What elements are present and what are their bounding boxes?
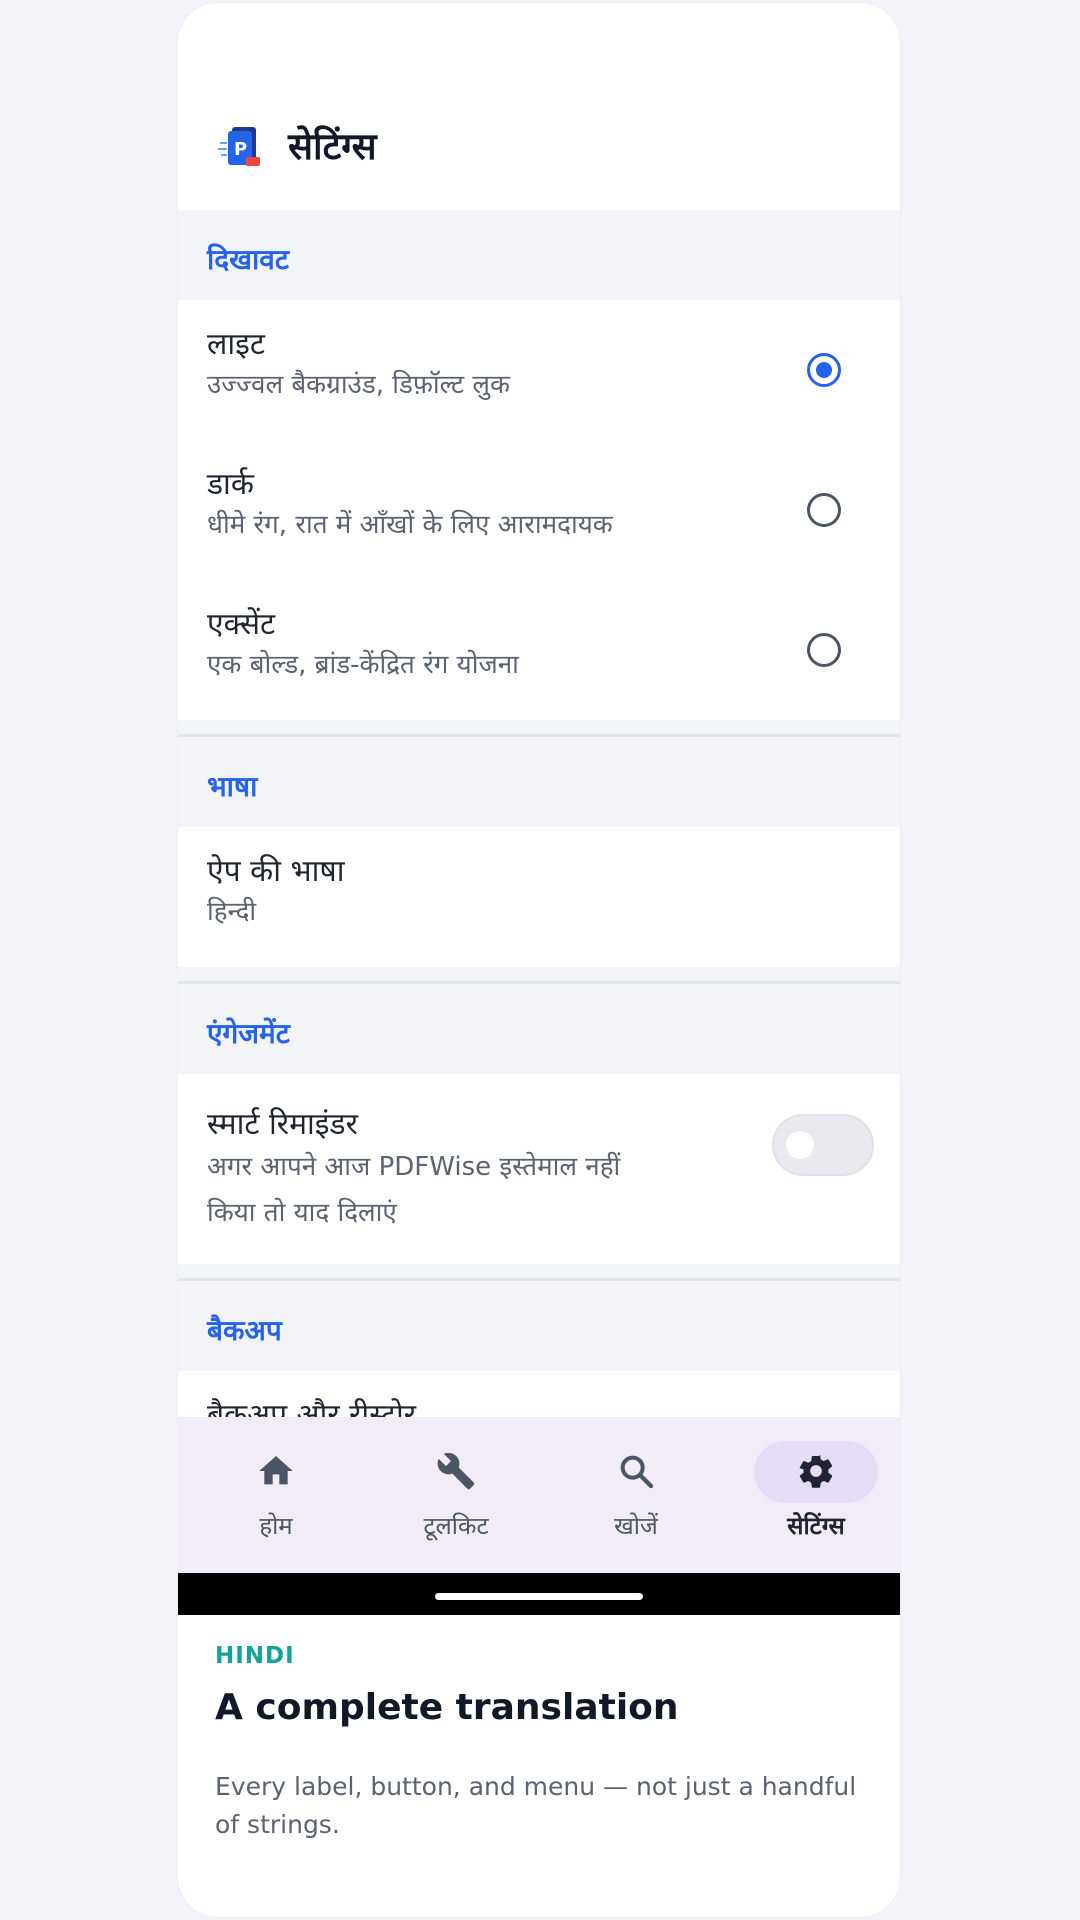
wrench-icon xyxy=(437,1452,475,1490)
language-value: हिन्दी xyxy=(207,897,257,927)
section-header-engagement: एंगेजमेंट xyxy=(178,984,900,1074)
nav-item-toolkit[interactable]: टूलकिट xyxy=(358,1417,538,1573)
nav-label: सेटिंग्स xyxy=(787,1512,845,1540)
app-header: P सेटिंग्स xyxy=(178,3,900,210)
radio-accent[interactable] xyxy=(807,633,841,667)
app-language-item[interactable]: ऐप की भाषा हिन्दी xyxy=(178,827,900,967)
promo-caption: HINDI A complete translation Every label… xyxy=(215,1643,865,1844)
theme-option-light[interactable]: लाइट उज्ज्वल बैकग्राउंड, डिफ़ॉल्ट लुक xyxy=(178,300,900,440)
svg-text:P: P xyxy=(234,139,247,160)
phone-screen: P सेटिंग्स दिखावट लाइट उज्ज्वल बैकग्राउं… xyxy=(178,3,900,1615)
caption-eyebrow: HINDI xyxy=(215,1643,295,1669)
nav-label: होम xyxy=(259,1512,293,1540)
bottom-navigation: होम टूलकिट खोजें सेटिंग्स xyxy=(178,1417,900,1573)
toggle-knob xyxy=(786,1131,814,1159)
section-title: भाषा xyxy=(207,770,258,803)
caption-body: Every label, button, and menu — not just… xyxy=(215,1772,857,1839)
nav-label: खोजें xyxy=(614,1512,658,1540)
theme-option-accent[interactable]: एक्सेंट एक बोल्ड, ब्रांड-केंद्रित रंग यो… xyxy=(178,580,900,720)
pdf-document-icon: P xyxy=(218,127,260,166)
smart-reminder-toggle[interactable] xyxy=(772,1114,874,1176)
page-title: सेटिंग्स xyxy=(288,125,377,168)
option-subtitle: उज्ज्वल बैकग्राउंड, डिफ़ॉल्ट लुक xyxy=(207,370,510,400)
gear-icon xyxy=(799,1455,833,1488)
theme-option-dark[interactable]: डार्क धीमे रंग, रात में आँखों के लिए आरा… xyxy=(178,440,900,580)
nav-label: टूलकिट xyxy=(423,1512,489,1540)
backup-restore-item[interactable]: बैकअप और रीस्टोर xyxy=(178,1371,900,1417)
option-title: डार्क xyxy=(207,467,254,502)
nav-item-home[interactable]: होम xyxy=(178,1417,358,1573)
section-header-backup: बैकअप xyxy=(178,1281,900,1371)
item-subtitle-line2: किया तो याद दिलाएं xyxy=(207,1198,397,1228)
section-header-appearance: दिखावट xyxy=(178,210,900,300)
option-title: लाइट xyxy=(207,327,265,362)
item-title: ऐप की भाषा xyxy=(207,854,345,889)
nav-item-settings[interactable]: सेटिंग्स xyxy=(718,1417,898,1573)
option-title: एक्सेंट xyxy=(207,607,276,642)
section-gap xyxy=(178,967,900,981)
radio-dark[interactable] xyxy=(807,493,841,527)
section-gap xyxy=(178,1264,900,1278)
option-subtitle: एक बोल्ड, ब्रांड-केंद्रित रंग योजना xyxy=(207,650,519,680)
section-title: एंगेजमेंट xyxy=(207,1017,290,1050)
section-title: बैकअप xyxy=(207,1314,282,1347)
nav-item-search[interactable]: खोजें xyxy=(538,1417,718,1573)
home-icon xyxy=(259,1456,293,1485)
section-title: दिखावट xyxy=(207,243,289,276)
item-title: स्मार्ट रिमाइंडर xyxy=(207,1107,358,1142)
section-header-language: भाषा xyxy=(178,737,900,827)
smart-reminder-item[interactable]: स्मार्ट रिमाइंडर अगर आपने आज PDFWise इस्… xyxy=(178,1074,900,1264)
search-icon xyxy=(620,1455,654,1489)
option-subtitle: धीमे रंग, रात में आँखों के लिए आरामदायक xyxy=(207,510,613,540)
radio-light[interactable] xyxy=(807,353,841,387)
item-subtitle-line1: अगर आपने आज PDFWise इस्तेमाल नहीं xyxy=(207,1152,621,1182)
section-gap xyxy=(178,720,900,734)
item-title: बैकअप और रीस्टोर xyxy=(207,1398,417,1417)
home-indicator[interactable] xyxy=(435,1593,643,1600)
settings-list[interactable]: दिखावट लाइट उज्ज्वल बैकग्राउंड, डिफ़ॉल्ट… xyxy=(178,210,900,1417)
gesture-bar-area xyxy=(178,1573,900,1615)
caption-title: A complete translation xyxy=(215,1687,679,1728)
promo-card: P सेटिंग्स दिखावट लाइट उज्ज्वल बैकग्राउं… xyxy=(178,3,900,1917)
